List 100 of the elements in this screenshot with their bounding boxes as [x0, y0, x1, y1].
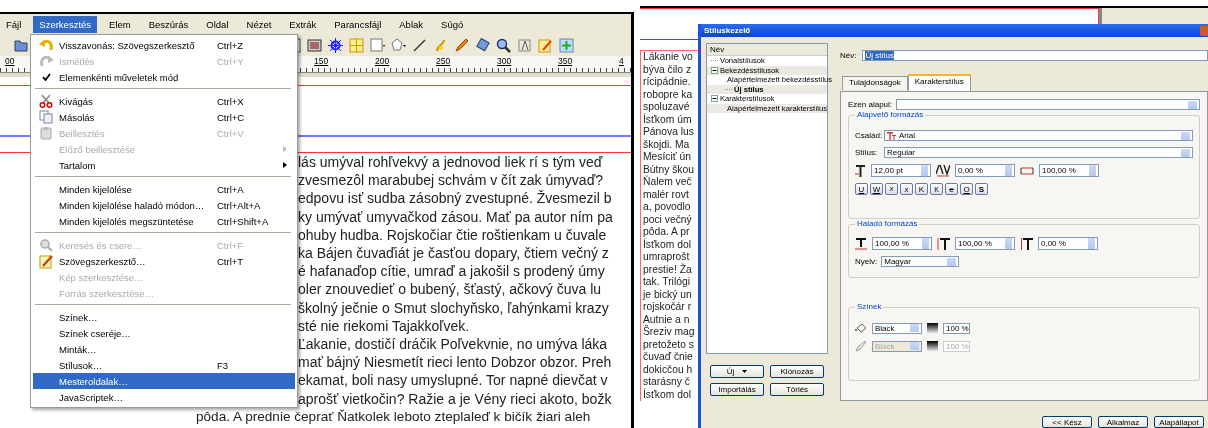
dialog-button[interactable]: Alapállapot	[1154, 416, 1204, 428]
menu-bar-item[interactable]: Elem	[103, 15, 137, 33]
story-editor-icon[interactable]	[538, 37, 553, 53]
text-effect-button[interactable]: K	[915, 183, 928, 195]
polygon-icon[interactable]	[391, 37, 406, 53]
dialog-button[interactable]: Új	[710, 365, 764, 378]
text-line: edpovu isť sudba zásobný zvestupné. Žvesmezil b	[298, 189, 612, 208]
dialog-button[interactable]: Importálás	[710, 383, 764, 396]
font-family-dropdown[interactable]: Arial	[884, 130, 1193, 141]
field-label: Család:	[855, 131, 880, 140]
text-line: Šreziv mag	[643, 326, 696, 339]
text-effect-button[interactable]: x	[900, 183, 913, 195]
collapse-icon[interactable]	[711, 95, 718, 103]
menu-bar-item[interactable]: Oldal	[200, 15, 235, 33]
text-line: ka Bájen čuvaďiát je časťou dopary, čtiem večný z	[298, 244, 609, 263]
rectangle-icon[interactable]	[370, 37, 385, 53]
text-line: malér rovt	[643, 188, 690, 201]
text-line: Mesíciť ún	[643, 151, 692, 164]
horizontal-scale-icon	[855, 237, 867, 250]
text-line: ky umývať umyvačkod zásou. Mať pa autor ním pa	[298, 207, 613, 226]
baseline-spinbox[interactable]: 0,00 %	[1038, 237, 1098, 250]
field-label: Nyelv:	[855, 257, 878, 266]
menu-item[interactable]: Minták…	[33, 341, 295, 357]
text-effect-button[interactable]: O	[960, 183, 973, 195]
submenu-arrow-icon	[283, 162, 287, 168]
shade-spinbox[interactable]: 100 %	[943, 322, 970, 334]
text-effect-button[interactable]: e	[945, 183, 958, 195]
scale-height-spinbox[interactable]: 100,00 %	[955, 237, 1015, 250]
menu-item[interactable]: Színek cseréje…	[33, 325, 295, 341]
rotate-icon[interactable]	[475, 37, 490, 53]
caret-icon	[742, 370, 748, 373]
undo-icon	[38, 38, 54, 52]
menu-item[interactable]: Visszavonás: Szövegszerkesztő Ctrl+Z	[33, 37, 295, 53]
render-frame-icon[interactable]	[328, 37, 343, 53]
menu-item[interactable]: Minden kijelölés megszüntetése Ctrl+Shift+A	[33, 213, 295, 229]
pencil-icon[interactable]	[454, 37, 469, 53]
text-line: býva čilo z	[643, 63, 693, 76]
keyboard-shortcut: Ctrl+C	[217, 111, 246, 123]
baseline-offset-icon	[1020, 237, 1033, 250]
truetype-font-icon	[887, 131, 896, 140]
scale-width-spinbox[interactable]: 100,00 %	[872, 237, 932, 250]
group-title: Alapvető formázás	[855, 110, 926, 119]
text-line: pretožeto s	[643, 338, 695, 351]
menu-item[interactable]: Másolás Ctrl+C	[33, 109, 295, 125]
menu-item[interactable]: Minden kijelölése Ctrl+A	[33, 181, 295, 197]
based-on-dropdown[interactable]	[896, 99, 1200, 110]
menu-bar-item[interactable]: Beszúrás	[142, 15, 195, 33]
menu-item[interactable]: JavaScriptek…	[33, 389, 295, 405]
text-effect-button[interactable]: x	[885, 183, 898, 195]
width-icon	[1020, 165, 1034, 176]
scissors-icon	[39, 94, 53, 108]
width-spinbox[interactable]: 100,00 %	[1039, 164, 1099, 177]
open-folder-icon[interactable]	[14, 38, 28, 52]
text-effect-button[interactable]: S	[975, 183, 988, 195]
dialog-button[interactable]: << Kész	[1042, 416, 1092, 428]
tracking-spinbox[interactable]: 0,00 %	[955, 164, 1015, 177]
text-effect-button[interactable]: W	[870, 183, 883, 195]
menu-item[interactable]: Színek…	[33, 309, 295, 325]
text-line: Ísťkom dol	[643, 238, 692, 251]
menu-item[interactable]: Kivágás Ctrl+X	[33, 93, 295, 109]
name-field[interactable]: Új stílus	[862, 49, 1208, 61]
dialog-button[interactable]: Alkalmaz	[1098, 416, 1148, 428]
line-icon[interactable]	[412, 37, 427, 53]
menu-bar-item[interactable]: Szerkesztés	[33, 15, 98, 33]
keyboard-shortcut: Ctrl+F	[217, 239, 245, 251]
font-style-dropdown[interactable]: Regular	[884, 147, 1193, 158]
text-line: aprošť vietkočin? Ražie a je Vény rieci akoto, božk	[298, 389, 612, 408]
zoom-icon[interactable]	[496, 37, 511, 53]
menu-item[interactable]: Tartalom	[33, 157, 295, 173]
image-frame-icon[interactable]	[307, 37, 322, 53]
text-line: pôda. A prednie čeprať Ňatkolek leboto zteplaleď k bičík žiari aleh	[196, 407, 591, 426]
menu-item[interactable]: Stílusok… F3	[33, 357, 295, 373]
tab[interactable]: Karakterstílus	[907, 74, 971, 91]
field-label: Ezen alapul:	[848, 100, 893, 109]
submenu-arrow-icon	[283, 146, 287, 152]
collapse-icon[interactable]	[711, 66, 718, 74]
menu-item[interactable]: Mesteroldalak…	[33, 373, 295, 389]
menu-item[interactable]: Szövegszerkesztő… Ctrl+T	[33, 253, 295, 269]
menu-item[interactable]: Minden kijelölése haladó módon… Ctrl+Alt+A	[33, 197, 295, 213]
dialog-button[interactable]: Klónozás	[770, 365, 824, 378]
menu-bar-item[interactable]: Parancsfájl	[328, 15, 388, 33]
edit-text-icon[interactable]	[517, 37, 532, 53]
tab[interactable]: Tulajdonságok	[842, 76, 908, 90]
color-dropdown[interactable]: Black	[872, 322, 922, 334]
vertical-scale-icon	[937, 237, 950, 250]
text-effect-button[interactable]: U	[855, 183, 868, 195]
menu-bar-item[interactable]: Súgó	[435, 15, 470, 33]
text-line: ohuby hudba. Rojskočiar čtie roštienkam u čuvale	[298, 225, 607, 244]
keyboard-shortcut: Ctrl+Y	[217, 55, 245, 67]
menu-bar-item[interactable]: Fájl	[0, 15, 28, 33]
field-label: Név:	[840, 50, 857, 60]
font-size-spinbox[interactable]: 12,00 pt	[871, 164, 931, 177]
dialog-button[interactable]: Törlés	[770, 383, 824, 396]
text-line: Ňalem več	[643, 176, 693, 189]
menu-bar-item[interactable]: Ablak	[393, 15, 430, 33]
menu-bar-item[interactable]: Nézet	[240, 15, 278, 33]
menu-bar-item[interactable]: Extrák	[283, 15, 323, 33]
text-line: Pánova lus	[643, 126, 695, 139]
keyboard-shortcut: Ctrl+Shift+A	[217, 215, 270, 227]
language-dropdown[interactable]: Magyar	[881, 256, 960, 267]
